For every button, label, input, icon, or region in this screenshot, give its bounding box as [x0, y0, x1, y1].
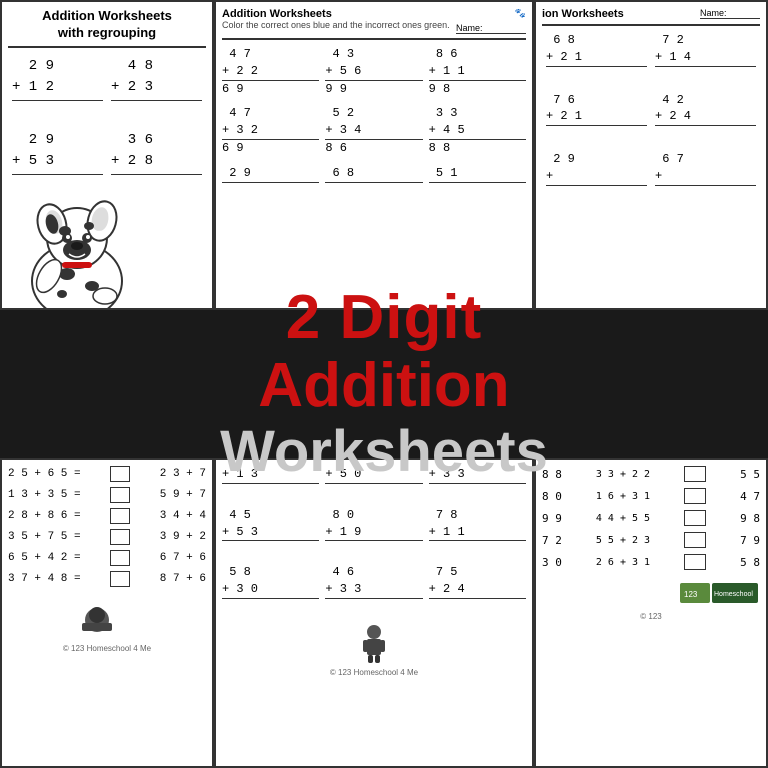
right-p2: 7 2 + 1 4: [655, 32, 756, 82]
ans-row-4: 7 2 5 5 + 2 3 7 9: [542, 532, 760, 548]
eq-row-4: 3 5 + 7 5 = 3 9 + 2: [8, 529, 206, 545]
banner-line3: Worksheets: [220, 419, 548, 484]
mid-p5: 5 2 + 3 4 8 6: [325, 105, 422, 156]
eq-row-5: 6 5 + 4 2 = 6 7 + 6: [8, 550, 206, 566]
right-p6: 6 7 +: [655, 151, 756, 201]
dalmatian-icon: 🐾: [515, 8, 526, 19]
equation-list: 2 5 + 6 5 = 2 3 + 7 1 3 + 3 5 = 5 9 + 7 …: [8, 466, 206, 587]
right-p3: 7 6 + 2 1: [546, 92, 647, 142]
worksheet-middle: Addition Worksheets Color the correct on…: [214, 0, 534, 310]
bm-mid-2: 8 0 + 1 9: [325, 507, 422, 557]
right-p1: 6 8 + 2 1: [546, 32, 647, 82]
mid-p4: 4 7 + 3 2 6 9: [222, 105, 319, 156]
middle-ws-instructions: Color the correct ones blue and the inco…: [222, 20, 450, 30]
top-section: Addition Worksheets with regrouping 2 9 …: [0, 0, 768, 310]
br-logo: 123 Homeschool: [542, 578, 760, 608]
banner: 2 Digit Addition Worksheets: [0, 310, 768, 458]
bottom-middle-worksheet: + 1 3 + 5 0 + 3 3 4 5 + 5 3 8 0 + 1 9: [214, 458, 534, 768]
eq-row-1: 2 5 + 6 5 = 2 3 + 7: [8, 466, 206, 482]
left-worksheet-title: Addition Worksheets with regrouping: [8, 8, 206, 48]
bm-bot-3: 7 5 + 2 4: [429, 564, 526, 614]
bm-copyright: © 123 Homeschool 4 Me: [222, 668, 526, 677]
bm-bot-2: 4 6 + 3 3: [325, 564, 422, 614]
right-math-grid: 6 8 + 2 1 7 2 + 1 4 7 6 + 2 1 4 2 + 2 4: [542, 32, 760, 201]
ans-row-5: 3 0 2 6 + 3 1 5 8: [542, 554, 760, 570]
right-ws-header: ion Worksheets Name:: [542, 8, 760, 26]
bottom-section: 2 5 + 6 5 = 2 3 + 7 1 3 + 3 5 = 5 9 + 7 …: [0, 458, 768, 768]
bm-mid-3: 7 8 + 1 1: [429, 507, 526, 557]
bottom-left-worksheet: 2 5 + 6 5 = 2 3 + 7 1 3 + 3 5 = 5 9 + 7 …: [0, 458, 214, 768]
bottom-left-copyright: © 123 Homeschool 4 Me: [8, 644, 206, 653]
right-ws-title: ion Worksheets: [542, 8, 700, 20]
dog-illustration: [7, 166, 147, 306]
bottom-left-illustration: [8, 595, 206, 640]
right-name-field: Name:: [700, 8, 760, 19]
worksheet-left: Addition Worksheets with regrouping 2 9 …: [0, 0, 214, 310]
ans-row-3: 9 9 4 4 + 5 5 9 8: [542, 510, 760, 526]
svg-text:123: 123: [684, 590, 698, 599]
svg-text:Homeschool: Homeschool: [714, 591, 753, 598]
mid-p9: 5 1: [429, 165, 526, 198]
worksheet-right: ion Worksheets Name: 6 8 + 2 1 7 2 + 1 4…: [534, 0, 768, 310]
mid-p1: 4 7 + 2 2 6 9: [222, 46, 319, 97]
mid-p8: 6 8: [325, 165, 422, 198]
right-p4: 4 2 + 2 4: [655, 92, 756, 142]
ans-row-1: 8 8 3 3 + 2 2 5 5: [542, 466, 760, 482]
bm-bot-1: 5 8 + 3 0: [222, 564, 319, 614]
bm-bot-row: 5 8 + 3 0 4 6 + 3 3 7 5 + 2 4: [222, 564, 526, 614]
answer-table: 8 8 3 3 + 2 2 5 5 8 0 1 6 + 3 1 4 7 9 9 …: [542, 466, 760, 570]
eq-row-3: 2 8 + 8 6 = 3 4 + 4: [8, 508, 206, 524]
math-problem-1: 2 9 + 1 2: [12, 56, 103, 118]
ans-row-2: 8 0 1 6 + 3 1 4 7: [542, 488, 760, 504]
bm-mid-row: 4 5 + 5 3 8 0 + 1 9 7 8 + 1 1: [222, 507, 526, 557]
math-problem-2: 4 8 + 2 3: [111, 56, 202, 118]
bottom-right-worksheet: 8 8 3 3 + 2 2 5 5 8 0 1 6 + 3 1 4 7 9 9 …: [534, 458, 768, 768]
mid-p7: 2 9: [222, 165, 319, 198]
br-copyright: © 123: [542, 612, 760, 621]
banner-text: 2 Digit Addition Worksheets: [220, 284, 548, 484]
middle-ws-title: Addition Worksheets: [222, 8, 450, 20]
bm-mid-1: 4 5 + 5 3: [222, 507, 319, 557]
eq-row-6: 3 7 + 4 8 = 8 7 + 6: [8, 571, 206, 587]
mid-p2: 4 3 + 5 6 9 9: [325, 46, 422, 97]
middle-math-grid: 4 7 + 2 2 6 9 4 3 + 5 6 9 9 8 6 + 1 1 9 …: [222, 46, 526, 198]
right-p5: 2 9 +: [546, 151, 647, 201]
eq-row-2: 1 3 + 3 5 = 5 9 + 7: [8, 487, 206, 503]
middle-ws-header: Addition Worksheets Color the correct on…: [222, 8, 526, 40]
mid-p3: 8 6 + 1 1 9 8: [429, 46, 526, 97]
mid-p6: 3 3 + 4 5 8 8: [429, 105, 526, 156]
bm-illustration: [222, 624, 526, 664]
banner-line2: Addition: [258, 351, 509, 420]
name-field: Name:: [456, 23, 526, 34]
banner-line1: 2 Digit: [286, 284, 482, 352]
